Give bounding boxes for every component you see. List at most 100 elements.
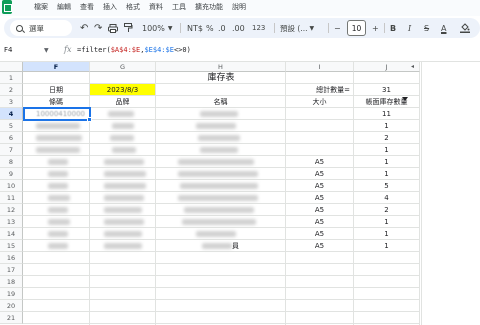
- name-suffix[interactable]: 員: [232, 240, 252, 252]
- quantity-cell[interactable]: 1: [354, 168, 419, 180]
- active-cell-selection[interactable]: [23, 107, 91, 121]
- fill-color-icon[interactable]: [460, 18, 470, 38]
- row-header[interactable]: 9: [0, 168, 23, 180]
- quantity-cell[interactable]: 1: [354, 144, 419, 156]
- date-value[interactable]: 2023/8/3: [90, 84, 155, 95]
- redo-icon[interactable]: ↷: [94, 18, 102, 38]
- menu-file[interactable]: 檔案: [34, 2, 48, 12]
- row-header[interactable]: 17: [0, 264, 23, 276]
- quantity-cell[interactable]: 1: [354, 216, 419, 228]
- menu-extensions[interactable]: 擴充功能: [195, 2, 223, 12]
- chevron-down-icon[interactable]: ▼: [44, 47, 49, 54]
- sheet-title[interactable]: 庫存表: [156, 72, 286, 84]
- scroll-right-icon[interactable]: ◂: [411, 62, 414, 72]
- row-header[interactable]: 19: [0, 288, 23, 300]
- column-header-g[interactable]: G: [90, 62, 156, 72]
- row-header[interactable]: 5: [0, 120, 23, 132]
- menu-format[interactable]: 格式: [126, 2, 140, 12]
- italic-button[interactable]: I: [408, 18, 411, 38]
- row-header[interactable]: 4: [0, 108, 23, 120]
- row-header[interactable]: 10: [0, 180, 23, 192]
- size-cell[interactable]: A5: [286, 168, 353, 180]
- row-header[interactable]: 14: [0, 228, 23, 240]
- total-value[interactable]: 31: [354, 84, 419, 96]
- date-label[interactable]: 日期: [23, 84, 89, 96]
- select-all-corner[interactable]: [0, 62, 23, 72]
- size-cell[interactable]: A5: [286, 180, 353, 192]
- size-cell[interactable]: A5: [286, 228, 353, 240]
- grid-line: [23, 263, 420, 264]
- size-cell[interactable]: A5: [286, 156, 353, 168]
- row-header[interactable]: 18: [0, 276, 23, 288]
- strikethrough-button[interactable]: S: [424, 18, 429, 38]
- size-cell[interactable]: [286, 108, 353, 120]
- header-brand[interactable]: 品牌: [90, 96, 155, 108]
- quantity-cell[interactable]: 1: [354, 156, 419, 168]
- undo-icon[interactable]: ↶: [80, 18, 88, 38]
- menu-view[interactable]: 查看: [80, 2, 94, 12]
- row-header[interactable]: 8: [0, 156, 23, 168]
- fill-handle[interactable]: [87, 117, 92, 122]
- header-size[interactable]: 大小: [286, 96, 353, 108]
- formula-input[interactable]: =filter($A$4:$E,$E$4:$E<>0): [77, 46, 191, 54]
- redacted-text: [196, 231, 236, 237]
- menu-edit[interactable]: 編輯: [57, 2, 71, 12]
- size-cell[interactable]: [286, 120, 353, 132]
- decrease-decimal-button[interactable]: .0: [218, 18, 226, 38]
- bold-button[interactable]: B: [390, 18, 396, 38]
- row-header[interactable]: 1: [0, 72, 23, 84]
- row-header[interactable]: 13: [0, 216, 23, 228]
- font-size-decrease-button[interactable]: −: [334, 18, 341, 38]
- currency-button[interactable]: NT$: [187, 18, 203, 38]
- menu-tools[interactable]: 工具: [172, 2, 186, 12]
- column-header-i[interactable]: I: [286, 62, 354, 72]
- percent-button[interactable]: %: [206, 18, 214, 38]
- size-cell[interactable]: A5: [286, 204, 353, 216]
- row-header[interactable]: 21: [0, 312, 23, 324]
- redacted-text: [180, 183, 258, 189]
- column-header-h[interactable]: H: [156, 62, 286, 72]
- header-quantity[interactable]: 帳面庫存數量: [354, 96, 419, 108]
- name-box[interactable]: F4: [4, 46, 12, 54]
- menu-help[interactable]: 說明: [232, 2, 246, 12]
- row-header[interactable]: 6: [0, 132, 23, 144]
- row-header[interactable]: 2: [0, 84, 23, 96]
- quantity-cell[interactable]: 4: [354, 192, 419, 204]
- number-format-button[interactable]: 123: [252, 18, 265, 38]
- total-label[interactable]: 總計數量=: [286, 84, 353, 96]
- row-header[interactable]: 15: [0, 240, 23, 252]
- increase-decimal-button[interactable]: .00: [232, 18, 245, 38]
- paint-format-icon[interactable]: [124, 18, 133, 38]
- quantity-cell[interactable]: 1: [354, 120, 419, 132]
- size-cell[interactable]: A5: [286, 216, 353, 228]
- quantity-cell[interactable]: 1: [354, 240, 419, 252]
- column-header-f[interactable]: F: [23, 62, 90, 72]
- font-family-select[interactable]: 預設 (... ▼: [280, 18, 314, 38]
- row-header[interactable]: 3: [0, 96, 23, 108]
- sheets-logo-icon[interactable]: [2, 0, 12, 14]
- font-size-increase-button[interactable]: +: [372, 18, 379, 38]
- row-header[interactable]: 16: [0, 252, 23, 264]
- row-header[interactable]: 7: [0, 144, 23, 156]
- size-cell[interactable]: A5: [286, 192, 353, 204]
- font-size-input[interactable]: 10: [347, 20, 366, 36]
- size-cell[interactable]: A5: [286, 240, 353, 252]
- quantity-cell[interactable]: 2: [354, 132, 419, 144]
- text-color-button[interactable]: A: [441, 18, 446, 38]
- menu-search-box[interactable]: 選單: [10, 20, 72, 36]
- quantity-cell[interactable]: 5: [354, 180, 419, 192]
- quantity-cell[interactable]: 2: [354, 204, 419, 216]
- header-name[interactable]: 名稱: [156, 96, 285, 108]
- quantity-cell[interactable]: 11: [354, 108, 419, 120]
- quantity-cell[interactable]: 1: [354, 228, 419, 240]
- size-cell[interactable]: [286, 144, 353, 156]
- menu-insert[interactable]: 插入: [103, 2, 117, 12]
- print-icon[interactable]: [108, 18, 118, 38]
- row-header[interactable]: 11: [0, 192, 23, 204]
- size-cell[interactable]: [286, 132, 353, 144]
- row-header[interactable]: 20: [0, 300, 23, 312]
- zoom-select[interactable]: 100% ▼: [142, 18, 173, 38]
- menu-data[interactable]: 資料: [149, 2, 163, 12]
- row-header[interactable]: 12: [0, 204, 23, 216]
- redacted-text: [200, 147, 238, 153]
